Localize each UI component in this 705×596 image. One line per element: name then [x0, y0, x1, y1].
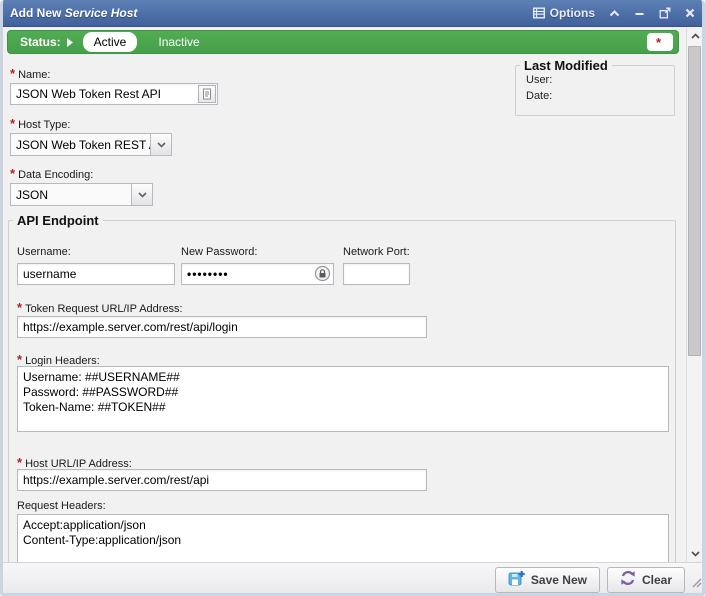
host-url-label: *Host URL/IP Address: — [17, 455, 132, 470]
clear-label: Clear — [642, 573, 672, 587]
save-new-button[interactable]: Save New — [495, 567, 600, 593]
host-type-label: *Host Type: — [10, 116, 70, 131]
required-icon: * — [10, 66, 15, 81]
save-icon — [508, 570, 525, 590]
username-field — [17, 263, 175, 285]
status-required-button[interactable]: * — [647, 33, 673, 51]
collapse-button[interactable] — [609, 9, 620, 18]
required-icon: * — [656, 35, 661, 50]
new-password-label: New Password: — [181, 246, 257, 258]
token-request-url-field — [17, 316, 427, 338]
status-tab-inactive[interactable]: Inactive — [147, 32, 210, 52]
scroll-up-button[interactable] — [687, 28, 703, 44]
request-headers-label: Request Headers: — [17, 500, 106, 512]
name-input[interactable] — [10, 83, 218, 105]
dialog-title: Add New Service Host — [10, 6, 137, 20]
required-icon: * — [17, 352, 22, 367]
chevron-down-icon[interactable] — [131, 184, 152, 205]
host-url-field — [17, 469, 427, 491]
token-request-url-input[interactable] — [17, 316, 427, 338]
close-icon — [685, 8, 695, 18]
required-icon: * — [10, 166, 15, 181]
data-encoding-label: *Data Encoding: — [10, 166, 93, 181]
footer-toolbar: Save New Clear — [0, 562, 705, 596]
dialog-titlebar[interactable]: Add New Service Host Options — [0, 0, 705, 27]
vertical-scrollbar[interactable] — [686, 28, 702, 562]
username-label: Username: — [17, 246, 71, 258]
minus-icon — [634, 9, 645, 18]
titlebar-tools: Options — [533, 6, 695, 20]
options-label: Options — [550, 6, 595, 20]
status-bar: Status: Active Inactive * — [7, 30, 679, 54]
status-tab-active[interactable]: Active — [83, 32, 138, 52]
name-edit-icon[interactable] — [198, 85, 216, 103]
scroll-down-button[interactable] — [687, 546, 703, 562]
host-type-select[interactable]: JSON Web Token REST API — [10, 133, 172, 156]
new-password-field — [181, 263, 334, 285]
api-endpoint-legend: API Endpoint — [13, 213, 103, 228]
popout-icon — [659, 7, 671, 19]
password-lock-icon[interactable] — [314, 265, 331, 282]
status-arrow-icon — [67, 38, 73, 47]
chevron-up-icon — [691, 33, 700, 39]
save-new-label: Save New — [531, 573, 587, 587]
token-request-url-label: *Token Request URL/IP Address: — [17, 300, 183, 315]
network-port-label: Network Port: — [343, 246, 410, 258]
options-button[interactable]: Options — [533, 6, 595, 20]
close-button[interactable] — [685, 8, 695, 18]
chevron-down-icon — [691, 551, 700, 557]
name-field — [10, 83, 218, 105]
host-url-input[interactable] — [17, 469, 427, 491]
clear-refresh-icon — [620, 570, 636, 589]
required-icon: * — [10, 116, 15, 131]
required-icon: * — [17, 300, 22, 315]
popout-button[interactable] — [659, 7, 671, 19]
host-type-value: JSON Web Token REST API — [11, 138, 150, 152]
last-modified-date-row: Date: — [516, 89, 674, 105]
clear-button[interactable]: Clear — [607, 567, 685, 593]
chevron-down-icon[interactable] — [150, 134, 171, 155]
resize-grip[interactable] — [691, 575, 702, 593]
data-encoding-value: JSON — [11, 188, 131, 202]
resize-grip-icon — [691, 577, 702, 588]
minimize-button[interactable] — [634, 9, 645, 18]
date-label: Date: — [526, 90, 562, 102]
new-password-input[interactable] — [181, 263, 334, 285]
username-input[interactable] — [17, 263, 175, 285]
user-label: User: — [526, 74, 562, 86]
last-modified-legend: Last Modified — [520, 58, 612, 73]
last-modified-group: Last Modified User: Date: — [515, 58, 675, 116]
options-icon — [533, 7, 545, 19]
network-port-field — [343, 263, 410, 285]
chevron-up-icon — [609, 9, 620, 18]
login-headers-textarea[interactable]: Username: ##USERNAME## Password: ##PASSW… — [17, 366, 669, 432]
required-icon: * — [17, 455, 22, 470]
last-modified-user-row: User: — [516, 73, 674, 89]
add-service-host-dialog: Add New Service Host Options — [0, 0, 705, 596]
data-encoding-select[interactable]: JSON — [10, 183, 153, 206]
status-label: Status: — [20, 35, 61, 49]
name-label: *Name: — [10, 66, 50, 81]
scrollbar-thumb[interactable] — [688, 46, 701, 356]
dialog-title-emphasis: Service Host — [65, 6, 138, 20]
login-headers-label: *Login Headers: — [17, 352, 100, 367]
network-port-input[interactable] — [343, 263, 410, 285]
dialog-title-prefix: Add New — [10, 6, 61, 20]
api-endpoint-group: API Endpoint Username: New Password: Net… — [8, 213, 676, 585]
